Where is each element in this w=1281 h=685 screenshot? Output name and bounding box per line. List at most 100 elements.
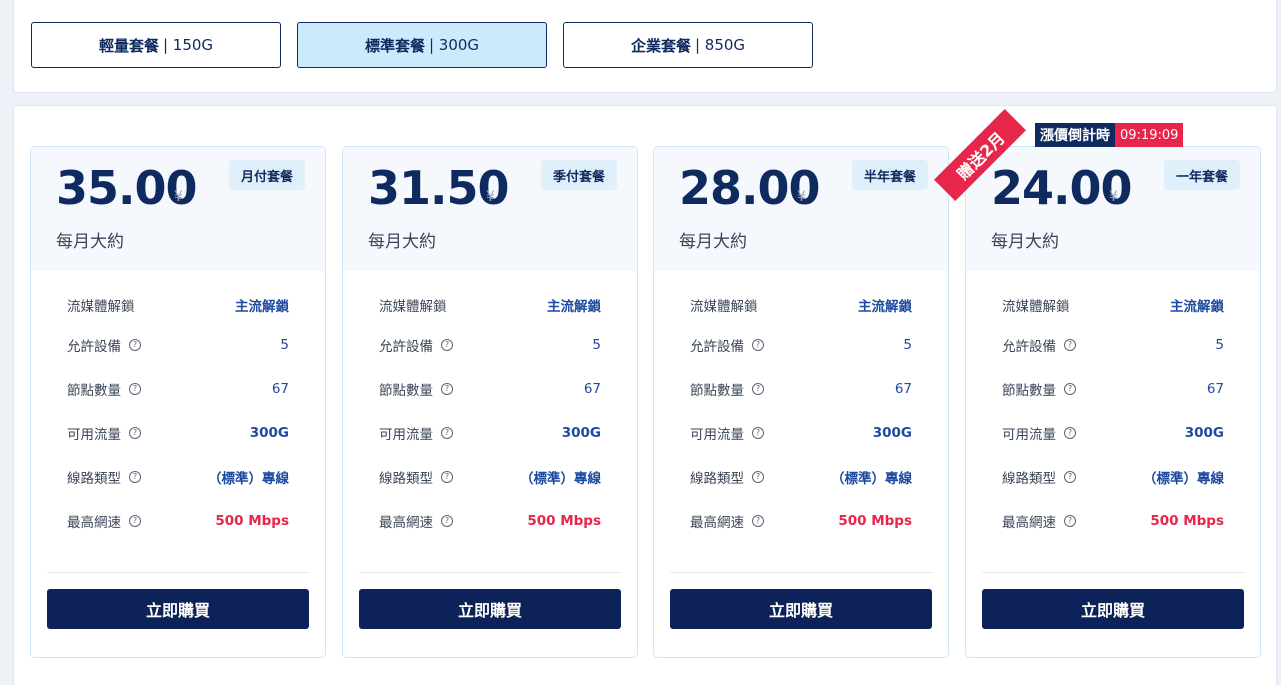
feature-row: 可用流量? 300G xyxy=(67,423,289,443)
help-icon[interactable]: ? xyxy=(129,471,141,483)
feature-row: 允許設備? 5 xyxy=(67,335,289,355)
help-icon[interactable]: ? xyxy=(129,339,141,351)
buy-now-button[interactable]: 立即購買 xyxy=(670,589,932,629)
divider xyxy=(982,572,1244,573)
feature-label: 線路類型 xyxy=(690,471,744,487)
feature-label: 節點數量 xyxy=(690,383,744,399)
help-icon[interactable]: ? xyxy=(1064,427,1076,439)
feature-row: 節點數量? 67 xyxy=(1002,379,1224,399)
feature-value: 5 xyxy=(592,337,601,353)
divider xyxy=(359,572,621,573)
feature-label: 節點數量 xyxy=(1002,383,1056,399)
feature-value: 主流解鎖 xyxy=(547,299,601,315)
feature-value: 500 Mbps xyxy=(527,513,601,529)
feature-label: 可用流量 xyxy=(1002,427,1056,443)
feature-row: 允許設備? 5 xyxy=(1002,335,1224,355)
help-icon[interactable]: ? xyxy=(441,471,453,483)
feature-row: 最高網速? 500 Mbps xyxy=(379,511,601,531)
help-icon[interactable]: ? xyxy=(129,427,141,439)
feature-label: 流媒體解鎖 xyxy=(379,299,447,315)
feature-row: 流媒體解鎖 主流解鎖 xyxy=(690,295,912,315)
buy-now-button[interactable]: 立即購買 xyxy=(359,589,621,629)
feature-row: 最高網速? 500 Mbps xyxy=(1002,511,1224,531)
feature-value: 500 Mbps xyxy=(838,513,912,529)
per-month-label: 每月大約 xyxy=(679,232,747,252)
buy-now-button[interactable]: 立即購買 xyxy=(47,589,309,629)
feature-row: 可用流量? 300G xyxy=(379,423,601,443)
help-icon[interactable]: ? xyxy=(441,339,453,351)
help-icon[interactable]: ? xyxy=(752,515,764,527)
help-icon[interactable]: ? xyxy=(1064,515,1076,527)
help-icon[interactable]: ? xyxy=(752,427,764,439)
feature-row: 線路類型? （標準）專線 xyxy=(379,467,601,487)
feature-label: 最高網速 xyxy=(67,515,121,531)
help-icon[interactable]: ? xyxy=(129,383,141,395)
tab-size: | 850G xyxy=(694,36,746,54)
per-month-label: 每月大約 xyxy=(56,232,124,252)
pricing-card-quarterly: 31.50 ¥ 每月大約 季付套餐 流媒體解鎖 主流解鎖 允許設備? 5 節點數量?… xyxy=(342,146,638,658)
feature-row: 節點數量? 67 xyxy=(379,379,601,399)
feature-value: 5 xyxy=(1215,337,1224,353)
card-header: 35.00 ¥ 每月大約 月付套餐 xyxy=(31,147,325,271)
feature-value: 5 xyxy=(903,337,912,353)
feature-row: 節點數量? 67 xyxy=(67,379,289,399)
feature-value: （標準）專線 xyxy=(831,471,912,487)
feature-row: 流媒體解鎖 主流解鎖 xyxy=(67,295,289,315)
help-icon[interactable]: ? xyxy=(441,427,453,439)
help-icon[interactable]: ? xyxy=(752,383,764,395)
help-icon[interactable]: ? xyxy=(1064,471,1076,483)
per-month-label: 每月大約 xyxy=(991,232,1059,252)
feature-row: 允許設備? 5 xyxy=(690,335,912,355)
help-icon[interactable]: ? xyxy=(752,339,764,351)
feature-value: 67 xyxy=(583,381,601,397)
currency-symbol: ¥ xyxy=(1109,189,1118,205)
tab-standard-plan[interactable]: 標準套餐 | 300G xyxy=(297,22,547,68)
feature-row: 可用流量? 300G xyxy=(690,423,912,443)
pricing-card-monthly: 35.00 ¥ 每月大約 月付套餐 流媒體解鎖 主流解鎖 允許設備? 5 節點數量?… xyxy=(30,146,326,658)
tab-label: 企業套餐 xyxy=(630,36,691,55)
feature-value: 67 xyxy=(271,381,289,397)
feature-label: 允許設備 xyxy=(1002,339,1056,355)
pricing-card-yearly: 24.00 ¥ 每月大約 一年套餐 流媒體解鎖 主流解鎖 允許設備? 5 節點數量?… xyxy=(965,146,1261,658)
feature-row: 可用流量? 300G xyxy=(1002,423,1224,443)
help-icon[interactable]: ? xyxy=(1064,383,1076,395)
feature-value: （標準）專線 xyxy=(208,471,289,487)
feature-value: 300G xyxy=(872,425,912,441)
feature-row: 流媒體解鎖 主流解鎖 xyxy=(379,295,601,315)
feature-value: 300G xyxy=(249,425,289,441)
countdown-label: 漲價倒計時 xyxy=(1035,123,1115,147)
tab-lite-plan[interactable]: 輕量套餐 | 150G xyxy=(31,22,281,68)
help-icon[interactable]: ? xyxy=(752,471,764,483)
card-header: 28.00 ¥ 每月大約 半年套餐 xyxy=(654,147,948,271)
feature-value: 主流解鎖 xyxy=(1170,299,1224,315)
feature-row: 流媒體解鎖 主流解鎖 xyxy=(1002,295,1224,315)
tab-label: 輕量套餐 xyxy=(98,36,159,55)
feature-label: 線路類型 xyxy=(379,471,433,487)
card-header: 24.00 ¥ 每月大約 一年套餐 xyxy=(966,147,1260,271)
help-icon[interactable]: ? xyxy=(441,383,453,395)
feature-label: 允許設備 xyxy=(379,339,433,355)
feature-row: 線路類型? （標準）專線 xyxy=(67,467,289,487)
feature-value: 67 xyxy=(1206,381,1224,397)
price: 28.00 xyxy=(679,161,821,215)
tab-enterprise-plan[interactable]: 企業套餐 | 850G xyxy=(563,22,813,68)
feature-value: 5 xyxy=(280,337,289,353)
per-month-label: 每月大約 xyxy=(368,232,436,252)
buy-now-button[interactable]: 立即購買 xyxy=(982,589,1244,629)
divider xyxy=(47,572,309,573)
feature-label: 最高網速 xyxy=(1002,515,1056,531)
feature-label: 最高網速 xyxy=(379,515,433,531)
feature-value: 500 Mbps xyxy=(215,513,289,529)
price-increase-countdown: 漲價倒計時 09:19:09 xyxy=(1035,123,1184,147)
feature-label: 允許設備 xyxy=(67,339,121,355)
feature-label: 允許設備 xyxy=(690,339,744,355)
plan-tier-panel: 輕量套餐 | 150G 標準套餐 | 300G 企業套餐 | 850G xyxy=(13,0,1277,93)
help-icon[interactable]: ? xyxy=(441,515,453,527)
pricing-card-half-year: 28.00 ¥ 每月大約 半年套餐 流媒體解鎖 主流解鎖 允許設備? 5 節點數量?… xyxy=(653,146,949,658)
feature-value: 500 Mbps xyxy=(1150,513,1224,529)
help-icon[interactable]: ? xyxy=(129,515,141,527)
price: 24.00 xyxy=(991,161,1133,215)
price: 31.50 xyxy=(368,161,510,215)
help-icon[interactable]: ? xyxy=(1064,339,1076,351)
period-badge: 一年套餐 xyxy=(1163,160,1240,190)
